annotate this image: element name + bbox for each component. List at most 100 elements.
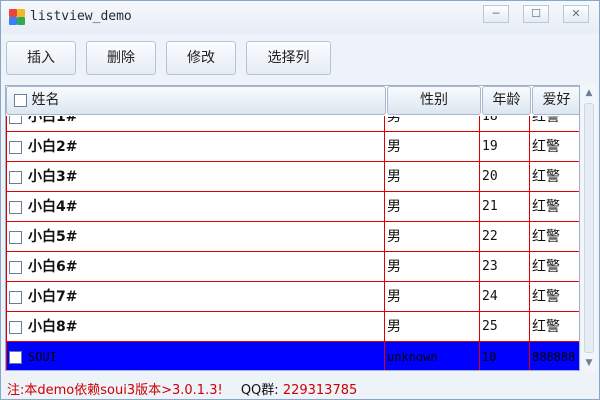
column-header-name[interactable]: 姓名 — [6, 86, 386, 115]
cell-text: 小白8# — [28, 319, 78, 335]
cell-name: 小白3# — [6, 162, 385, 192]
list-item[interactable]: 小白3# 男 20 红警 — [6, 162, 579, 192]
cell-gender: unknown — [385, 342, 480, 370]
cell-gender: 男 — [385, 312, 480, 342]
qq-group-label: QQ群: — [240, 383, 279, 398]
cell-text: 小白3# — [28, 169, 78, 185]
cell-text: 红警 — [532, 116, 560, 125]
row-checkbox[interactable] — [9, 140, 22, 154]
cell-text: 小白1# — [28, 116, 78, 125]
cell-gender: 男 — [385, 222, 480, 252]
cell-age: 23 — [480, 252, 530, 282]
select-all-checkbox[interactable] — [14, 93, 27, 107]
cell-text: 23 — [482, 259, 498, 274]
cell-text: 24 — [482, 289, 498, 304]
cell-age: 18 — [480, 116, 530, 132]
cell-age: 19 — [480, 132, 530, 162]
row-checkbox[interactable] — [9, 290, 22, 304]
cell-text: 19 — [482, 139, 498, 154]
list-view[interactable]: 姓名 性别 年龄 爱好 小白1# 男 18 红警 小白2# 男 19 红警 小白3# 男 20 红警小… — [5, 85, 580, 371]
cell-text: 男 — [387, 116, 401, 125]
insert-button[interactable]: 插入 — [6, 41, 76, 75]
column-header-age[interactable]: 年龄 — [482, 86, 531, 115]
cell-gender: 男 — [385, 162, 480, 192]
cell-text: 男 — [387, 259, 401, 275]
cell-text: 22 — [482, 229, 498, 244]
list-item[interactable]: 小白1# 男 18 红警 — [6, 116, 579, 132]
row-checkbox[interactable] — [9, 230, 22, 244]
list-item[interactable]: 小白6# 男 23 红警 — [6, 252, 579, 282]
cell-name: 小白1# — [6, 116, 385, 132]
cell-text: 小白2# — [28, 139, 78, 155]
list-item[interactable]: 小白7# 男 24 红警 — [6, 282, 579, 312]
scroll-up-icon[interactable]: ▲ — [581, 85, 597, 101]
title-bar[interactable]: listview_demo ─ ☐ ✕ — [1, 1, 599, 34]
row-checkbox[interactable] — [9, 200, 22, 214]
vertical-scrollbar[interactable]: ▲ ▼ — [581, 85, 597, 371]
row-checkbox[interactable] — [9, 320, 22, 334]
cell-text: 红警 — [532, 169, 560, 185]
row-checkbox[interactable] — [9, 350, 22, 364]
cell-text: 男 — [387, 319, 401, 335]
cell-text: 小白5# — [28, 229, 78, 245]
cell-text: unknown — [387, 350, 438, 364]
cell-name: 小白6# — [6, 252, 385, 282]
cell-hobby: 888888 — [530, 342, 579, 370]
row-checkbox[interactable] — [9, 116, 22, 124]
cell-text: 小白7# — [28, 289, 78, 305]
cell-text: 红警 — [532, 319, 560, 335]
cell-hobby: 红警 — [530, 192, 579, 222]
select-columns-button[interactable]: 选择列 — [246, 41, 331, 75]
cell-text: 男 — [387, 289, 401, 305]
cell-gender: 男 — [385, 192, 480, 222]
delete-button[interactable]: 删除 — [86, 41, 156, 75]
cell-name: 小白8# — [6, 312, 385, 342]
cell-hobby: 红警 — [530, 252, 579, 282]
cell-name: SOUI — [6, 342, 385, 370]
cell-age: 10 — [480, 342, 530, 370]
modify-button[interactable]: 修改 — [166, 41, 236, 75]
cell-text: 888888 — [532, 350, 576, 364]
list-item[interactable]: 小白2# 男 19 红警 — [6, 132, 579, 162]
maximize-button[interactable]: ☐ — [523, 5, 549, 23]
window-title: listview_demo — [30, 9, 132, 24]
minimize-button[interactable]: ─ — [483, 5, 509, 23]
scroll-down-icon[interactable]: ▼ — [581, 355, 597, 371]
cell-text: 小白6# — [28, 259, 78, 275]
column-header-hobby[interactable]: 爱好 — [532, 86, 579, 115]
list-item[interactable]: SOUI unknown 10 888888 — [6, 342, 579, 370]
cell-hobby: 红警 — [530, 116, 579, 132]
list-item[interactable]: 小白4# 男 21 红警 — [6, 192, 579, 222]
list-item[interactable]: 小白8# 男 25 红警 — [6, 312, 579, 342]
cell-age: 24 — [480, 282, 530, 312]
cell-name: 小白2# — [6, 132, 385, 162]
column-header-label: 姓名 — [31, 92, 60, 108]
scroll-thumb[interactable] — [584, 103, 594, 353]
row-checkbox[interactable] — [9, 170, 22, 184]
cell-text: 小白4# — [28, 199, 78, 215]
row-checkbox[interactable] — [9, 260, 22, 274]
cell-gender: 男 — [385, 116, 480, 132]
list-item[interactable]: 小白5# 男 22 红警 — [6, 222, 579, 252]
cell-age: 20 — [480, 162, 530, 192]
main-window: listview_demo ─ ☐ ✕ 插入 删除 修改 选择列 姓名 性别 年… — [0, 0, 600, 400]
close-button[interactable]: ✕ — [563, 5, 589, 23]
cell-name: 小白4# — [6, 192, 385, 222]
cell-text: SOUI — [28, 350, 57, 364]
cell-text: 红警 — [532, 199, 560, 215]
cell-name: 小白5# — [6, 222, 385, 252]
app-icon — [9, 9, 25, 25]
cell-text: 男 — [387, 229, 401, 245]
cell-hobby: 红警 — [530, 222, 579, 252]
cell-age: 21 — [480, 192, 530, 222]
cell-hobby: 红警 — [530, 312, 579, 342]
cell-hobby: 红警 — [530, 282, 579, 312]
cell-hobby: 红警 — [530, 132, 579, 162]
cell-gender: 男 — [385, 252, 480, 282]
column-header-gender[interactable]: 性别 — [387, 86, 481, 115]
cell-age: 22 — [480, 222, 530, 252]
cell-text: 红警 — [532, 289, 560, 305]
status-note: 注:本demo依赖soui3版本>3.0.1.3! — [7, 383, 223, 398]
cell-text: 男 — [387, 139, 401, 155]
cell-text: 21 — [482, 199, 498, 214]
